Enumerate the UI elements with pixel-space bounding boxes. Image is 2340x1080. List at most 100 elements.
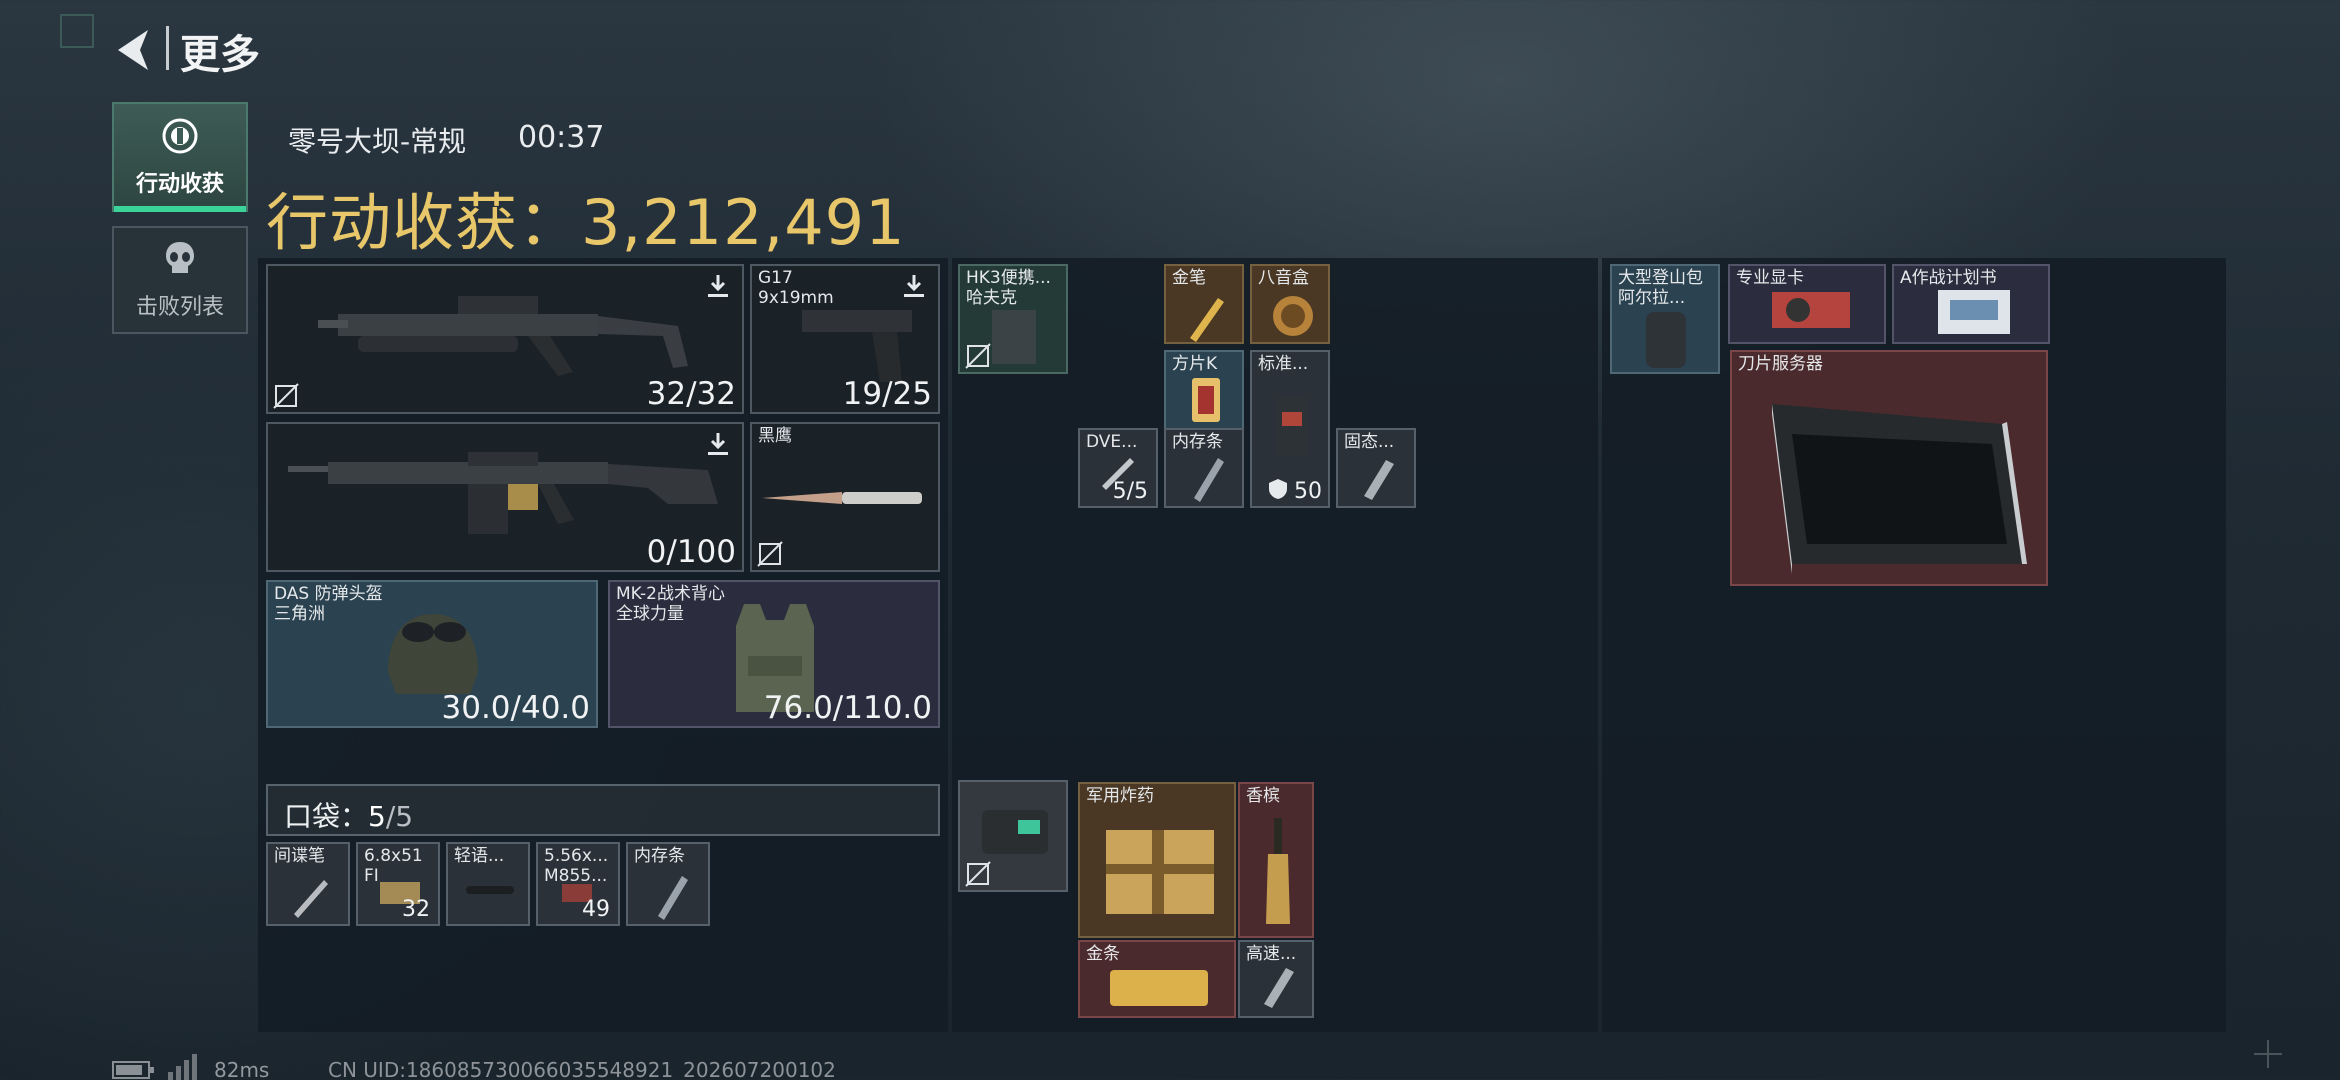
shield-icon	[1269, 479, 1287, 499]
item-count: 32	[402, 897, 430, 922]
pocket-label-text: 口袋：	[284, 800, 369, 833]
helmet-slot[interactable]: DAS 防弹头盔 三角洲 30.0/40.0	[266, 580, 598, 728]
item-name: 刀片服务器	[1738, 354, 1823, 374]
no-drop-icon	[965, 861, 991, 887]
loot-total-label: 行动收获：	[266, 186, 582, 259]
graphics-card-icon	[1772, 292, 1850, 328]
item-name: 5.56x...	[544, 846, 609, 866]
playing-card-icon	[1192, 378, 1220, 422]
armor-slot[interactable]: MK-2战术背心 全球力量 76.0/110.0	[608, 580, 940, 728]
pen-icon	[294, 880, 328, 918]
item-name: 金条	[1086, 944, 1120, 964]
pocket-item[interactable]: 内存条	[626, 842, 710, 926]
primary-weapon-slot-2[interactable]: 0/100	[266, 422, 744, 572]
chest-item-standard[interactable]: 标准... 50	[1250, 350, 1330, 508]
explosive-crate-icon	[1106, 830, 1214, 914]
download-icon[interactable]	[704, 272, 732, 300]
item-name: 金笔	[1172, 268, 1206, 288]
primary-weapon-slot-1[interactable]: 32/32	[266, 264, 744, 414]
pocket-label: 口袋：5/5	[284, 795, 413, 835]
champagne-icon	[1266, 818, 1290, 924]
no-drop-icon	[757, 541, 783, 567]
battery-icon	[112, 1061, 154, 1079]
item-name: 内存条	[634, 846, 685, 866]
melee-slot[interactable]: 黑鹰	[750, 422, 940, 572]
item-sub: M855...	[544, 866, 608, 886]
back-arrow-icon[interactable]	[112, 26, 160, 74]
loot-total: 行动收获：3,212,491	[266, 172, 906, 262]
plus-icon	[2254, 1040, 2282, 1068]
music-box-icon	[1273, 296, 1313, 336]
match-time: 00:37	[518, 120, 605, 155]
ammo-count: 32/32	[646, 376, 736, 412]
item-count: 49	[582, 897, 610, 922]
pocket-capacity: /5	[385, 800, 414, 833]
case-item-perfume[interactable]: 香槟	[1238, 782, 1314, 938]
tab-loot-label: 行动收获	[135, 172, 224, 197]
pocket-item[interactable]: 5.56x... M855... 49	[536, 842, 620, 926]
secure-case-icon	[982, 810, 1048, 854]
backpack-slot[interactable]: 大型登山包 阿尔拉...	[1610, 264, 1720, 374]
suppressor-icon	[466, 886, 514, 894]
item-name: 香槟	[1246, 786, 1280, 806]
document-icon	[1938, 290, 2010, 334]
sidearm-name: G17	[758, 268, 793, 288]
bag-brand: 阿尔拉...	[1618, 288, 1686, 308]
backpack-item-server[interactable]: 刀片服务器	[1730, 350, 2048, 586]
corner-frame	[60, 14, 94, 48]
pocket-header: 口袋：5/5	[266, 784, 940, 836]
chest-item-gold-pen[interactable]: 金笔	[1164, 264, 1244, 344]
helmet-name: DAS 防弹头盔	[274, 584, 383, 604]
download-icon[interactable]	[900, 272, 928, 300]
backpack-item-plan[interactable]: A作战计划书	[1892, 264, 2050, 344]
armor-brand: 全球力量	[616, 604, 684, 624]
signal-icon	[168, 1054, 197, 1080]
item-count: 50	[1294, 479, 1322, 504]
pocket-count: 5	[368, 800, 386, 833]
item-name: 固态...	[1344, 432, 1395, 452]
active-tab-indicator	[114, 206, 246, 212]
ssd-icon	[1364, 460, 1394, 500]
container-slot[interactable]	[958, 780, 1068, 892]
armor-name: MK-2战术背心	[616, 584, 725, 604]
sidearm-caliber: 9x19mm	[758, 288, 834, 308]
tab-kill-list[interactable]: 击败列表	[112, 226, 248, 334]
case-item-explosive[interactable]: 军用炸药	[1078, 782, 1236, 938]
gas-mask-icon	[1276, 396, 1308, 456]
backpack-item-gpu[interactable]: 专业显卡	[1728, 264, 1886, 344]
helmet-durability: 30.0/40.0	[441, 690, 591, 726]
chest-item-ssd[interactable]: 固态...	[1336, 428, 1416, 508]
chest-item-music-box[interactable]: 八音盒	[1250, 264, 1330, 344]
rig-brand: 哈夫克	[966, 288, 1017, 308]
sidearm-slot[interactable]: G17 9x19mm 19/25	[750, 264, 940, 414]
pocket-item[interactable]: 间谍笔	[266, 842, 350, 926]
rig-name: HK3便携...	[966, 268, 1051, 288]
item-name: 6.8x51	[364, 846, 423, 866]
loot-total-value: 3,212,491	[581, 186, 906, 259]
case-item-gold-bar[interactable]: 金条	[1078, 940, 1236, 1018]
page-title: 更多	[180, 32, 260, 78]
tab-kill-list-label: 击败列表	[135, 295, 224, 320]
item-name: 标准...	[1258, 354, 1309, 374]
tab-loot[interactable]: 行动收获	[112, 102, 248, 212]
ammo-count: 0/100	[646, 534, 736, 570]
download-icon[interactable]	[704, 430, 732, 458]
pistol-icon	[802, 310, 912, 382]
chest-item-dve[interactable]: DVE... 5/5	[1078, 428, 1158, 508]
item-name: DVE...	[1086, 432, 1138, 452]
armor-durability: 76.0/110.0	[763, 690, 932, 726]
chest-item-square-k[interactable]: 方片K	[1164, 350, 1244, 430]
knife-icon	[762, 492, 922, 504]
pocket-item[interactable]: 6.8x51 FI 32	[356, 842, 440, 926]
case-item-highspeed[interactable]: 高速...	[1238, 940, 1314, 1018]
helmet-brand: 三角洲	[274, 604, 325, 624]
item-sub: FI	[364, 866, 379, 886]
memory-stick-icon	[1264, 968, 1294, 1008]
chest-rig-slot[interactable]: HK3便携... 哈夫克	[958, 264, 1068, 374]
gold-pen-icon	[1190, 298, 1224, 342]
item-name: 军用炸药	[1086, 786, 1154, 806]
skull-icon	[166, 242, 194, 273]
chest-item-memory[interactable]: 内存条	[1164, 428, 1244, 508]
item-name: 方片K	[1172, 354, 1218, 374]
pocket-item[interactable]: 轻语...	[446, 842, 530, 926]
